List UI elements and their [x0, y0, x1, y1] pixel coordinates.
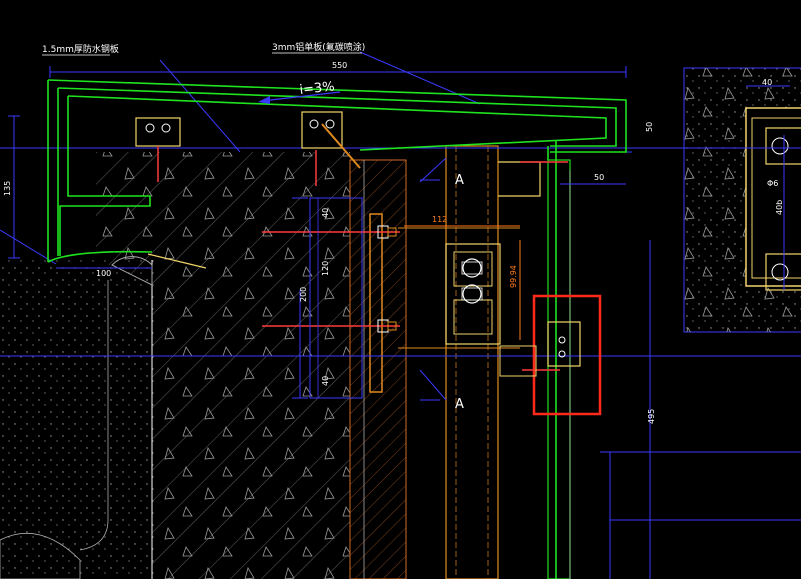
- left-lower-wall: [0, 256, 154, 579]
- detail-dim-40b: 40b: [775, 200, 784, 215]
- dim-99-94: 99.94: [509, 265, 518, 288]
- dim-112: 112: [432, 215, 447, 224]
- dim-120: 120: [321, 261, 330, 276]
- label-aluminum-panel: 3mm铝单板(氟碳喷涂): [272, 41, 365, 53]
- right-concrete-block: 40 Φ6 40b: [683, 67, 801, 333]
- label-waterproof-plate: 1.5mm厚防水钢板: [42, 43, 119, 55]
- dim-40-bottom: 40: [321, 376, 330, 386]
- dim-135: 135: [3, 181, 12, 196]
- dim-100: 100: [96, 269, 111, 278]
- section-mark-a-top: A: [455, 173, 464, 188]
- dim-200: 200: [299, 287, 308, 302]
- orange-dimensions: [404, 225, 521, 340]
- dim-50-right: 50: [645, 122, 654, 132]
- vertical-profiles: [445, 145, 571, 579]
- dim-40-top: 40: [321, 208, 330, 218]
- dim-50-bottom: 50: [594, 173, 604, 182]
- connection-bracket: [445, 243, 501, 345]
- cad-drawing-canvas: 40 Φ6 40b 1.5mm厚防水钢板 3mm铝单板(氟碳喷涂) i=3% A…: [0, 0, 801, 579]
- highlight-box[interactable]: [499, 294, 602, 416]
- detail-dim-40: 40: [762, 78, 772, 87]
- dim-550: 550: [332, 61, 347, 70]
- insulation-layer: [349, 159, 407, 579]
- section-mark-a-bottom: A: [455, 397, 464, 412]
- cad-section-drawing: 40 Φ6 40b 1.5mm厚防水钢板 3mm铝单板(氟碳喷涂) i=3% A…: [0, 41, 801, 579]
- label-slope: i=3%: [299, 79, 336, 98]
- dim-495: 495: [647, 409, 656, 424]
- detail-dim-phi6: Φ6: [767, 179, 778, 188]
